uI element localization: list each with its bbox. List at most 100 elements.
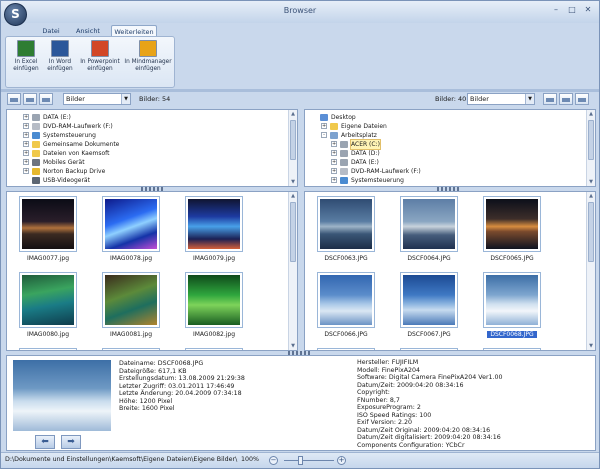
grid-scrollbar[interactable]: ▲ ▼ <box>586 192 595 350</box>
tree-scrollbar[interactable]: ▲ ▼ <box>288 110 297 186</box>
grid-scrollbar[interactable]: ▲ ▼ <box>288 192 297 350</box>
insert-mindmanager-button[interactable]: In Mindmanager einfügen <box>122 40 174 84</box>
expander-icon[interactable]: + <box>23 132 29 138</box>
scroll-thumb[interactable] <box>290 202 296 262</box>
thumbnail-frame <box>317 196 375 252</box>
tree-item[interactable]: + Systemsteuerung <box>305 176 585 185</box>
scroll-up-icon[interactable]: ▲ <box>587 110 595 118</box>
previous-image-button[interactable]: ⬅ <box>35 435 55 449</box>
zoom-slider-track[interactable] <box>284 460 334 461</box>
thumbnail[interactable]: IMAG0078.jpg <box>100 196 162 268</box>
scroll-thumb[interactable] <box>290 120 296 160</box>
tree-item[interactable]: USB-Videogerät <box>7 176 287 185</box>
thumbnail-label: IMAG0078.jpg <box>109 255 153 262</box>
preview-image <box>13 360 111 431</box>
thumbnail-frame <box>400 196 458 252</box>
expander-icon[interactable]: + <box>23 123 29 129</box>
thumbnail-frame <box>400 272 458 328</box>
expander-icon[interactable]: + <box>331 141 337 147</box>
scroll-down-icon[interactable]: ▼ <box>587 342 595 350</box>
tree-scrollbar[interactable]: ▲ ▼ <box>586 110 595 186</box>
tree-item[interactable]: + DATA (E:) <box>305 158 585 167</box>
button-label: In Powerpoint <box>80 59 120 65</box>
expander-icon[interactable]: - <box>321 132 327 138</box>
button-label: In Excel <box>14 59 38 65</box>
tree-item[interactable]: + Mobiles Gerät <box>7 158 287 167</box>
expander-icon[interactable]: + <box>23 114 29 120</box>
thumbnail[interactable]: IMAG0082.jpg <box>183 272 245 344</box>
expander-icon[interactable]: + <box>23 141 29 147</box>
scroll-up-icon[interactable]: ▲ <box>587 192 595 200</box>
browser-window: Browser – □ ✕ S Datei Ansicht Weiterleit… <box>0 0 600 469</box>
zoom-slider-thumb[interactable] <box>297 456 303 465</box>
control-panel-icon <box>32 132 40 139</box>
tree-item[interactable]: Desktop <box>305 113 585 122</box>
expander-icon[interactable]: + <box>23 159 29 165</box>
scroll-thumb[interactable] <box>588 120 594 160</box>
thumbnail-image <box>22 275 74 325</box>
tree-item[interactable]: + DATA (E:) <box>7 113 287 122</box>
thumbnail[interactable]: DSCF0063.JPG <box>315 196 377 268</box>
expander-icon[interactable]: + <box>331 150 337 156</box>
tree-item[interactable]: + Systemsteuerung <box>7 131 287 140</box>
thumbnail[interactable]: IMAG0080.jpg <box>17 272 79 344</box>
tree-item[interactable]: + Norton Backup Drive <box>7 167 287 176</box>
view-details-icon[interactable] <box>7 93 21 105</box>
expander-icon[interactable]: + <box>331 159 337 165</box>
thumbnail[interactable]: DSCF0065.JPG <box>481 196 543 268</box>
view-thumbnails-icon[interactable] <box>575 93 589 105</box>
insert-powerpoint-button[interactable]: In Powerpoint einfügen <box>78 40 122 84</box>
view-details-icon[interactable] <box>543 93 557 105</box>
thumbnail-label: DSCF0068.JPG <box>487 331 537 338</box>
thumbnail[interactable]: DSCF0064.JPG <box>398 196 460 268</box>
zoom-in-icon[interactable]: + <box>337 456 346 465</box>
tree-item[interactable]: + DVD-RAM-Laufwerk (F:) <box>305 167 585 176</box>
thumbnail[interactable]: DSCF0066.JPG <box>315 272 377 344</box>
thumbnail[interactable]: IMAG0077.jpg <box>17 196 79 268</box>
tree-item[interactable]: - Arbeitsplatz <box>305 131 585 140</box>
expander-icon[interactable]: + <box>331 168 337 174</box>
tree-item[interactable]: + ACER (C:) <box>305 139 585 150</box>
thumbnail[interactable]: IMAG0079.jpg <box>183 196 245 268</box>
app-menu-orb[interactable]: S <box>4 3 27 26</box>
tree-item-label: DATA (E:) <box>43 114 71 121</box>
thumbnail[interactable]: DSCF0067.JPG <box>398 272 460 344</box>
thumbnail-label: DSCF0067.JPG <box>407 331 451 338</box>
view-thumbnails-icon[interactable] <box>39 93 53 105</box>
tree-item[interactable]: + Dateien von Kaemsoft <box>7 149 287 158</box>
scroll-up-icon[interactable]: ▲ <box>289 192 297 200</box>
tree-item[interactable]: + DVD-RAM-Laufwerk (F:) <box>7 122 287 131</box>
left-folder-select[interactable]: Bilder ▼ <box>63 93 131 105</box>
chevron-down-icon: ▼ <box>525 94 534 104</box>
title-bar: Browser – □ ✕ <box>1 1 599 23</box>
insert-word-button[interactable]: In Word einfügen <box>42 40 78 84</box>
close-icon[interactable]: ✕ <box>581 4 595 16</box>
button-label: In Word <box>48 59 72 65</box>
thumbnail-image <box>188 275 240 325</box>
tree-item[interactable]: + DATA (D:) <box>305 149 585 158</box>
maximize-icon[interactable]: □ <box>565 4 579 16</box>
scroll-down-icon[interactable]: ▼ <box>289 342 297 350</box>
zoom-out-icon[interactable]: − <box>269 456 278 465</box>
expander-icon[interactable]: + <box>321 123 327 129</box>
thumbnail[interactable]: IMAG0081.jpg <box>100 272 162 344</box>
button-label: einfügen <box>13 66 39 72</box>
tree-item[interactable]: + Gemeinsame Dokumente <box>7 140 287 149</box>
thumbnail[interactable]: DSCF0068.JPG <box>481 272 543 344</box>
scroll-down-icon[interactable]: ▼ <box>587 178 595 186</box>
right-folder-select[interactable]: Bilder ▼ <box>467 93 535 105</box>
scroll-up-icon[interactable]: ▲ <box>289 110 297 118</box>
minimize-icon[interactable]: – <box>549 4 563 16</box>
exif-field: Copyright: <box>357 389 390 396</box>
next-image-button[interactable]: ➡ <box>61 435 81 449</box>
expander-icon[interactable]: + <box>23 168 29 174</box>
insert-excel-button[interactable]: In Excel einfügen <box>8 40 44 84</box>
expander-icon[interactable]: + <box>331 177 337 183</box>
expander-icon[interactable]: + <box>23 150 29 156</box>
scroll-thumb[interactable] <box>588 202 594 262</box>
view-list-icon[interactable] <box>559 93 573 105</box>
scroll-down-icon[interactable]: ▼ <box>289 178 297 186</box>
folder-icon <box>32 141 40 148</box>
view-list-icon[interactable] <box>23 93 37 105</box>
tree-item[interactable]: + Eigene Dateien <box>305 122 585 131</box>
